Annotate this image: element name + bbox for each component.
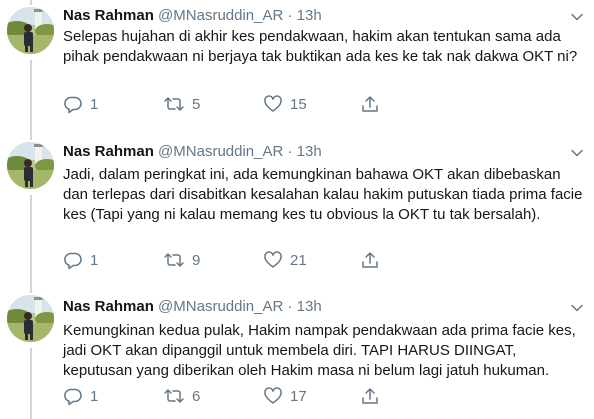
reply-icon [64, 96, 82, 114]
author-name[interactable]: Nas Rahman [63, 7, 154, 24]
avatar[interactable] [7, 142, 54, 189]
author-handle[interactable]: @MNasruddin_AR [158, 143, 283, 160]
tweet-header: Nas Rahman @MNasruddin_AR · 13h [63, 6, 322, 26]
like-button[interactable]: 15 [263, 94, 307, 114]
avatar[interactable] [7, 295, 54, 342]
like-icon [264, 387, 282, 404]
share-button[interactable] [360, 94, 380, 114]
share-button[interactable] [360, 386, 380, 406]
chevron-down-icon[interactable] [570, 146, 584, 160]
like-count: 17 [290, 387, 307, 405]
chevron-down-icon[interactable] [570, 301, 584, 315]
tweet-header: Nas Rahman @MNasruddin_AR · 13h [63, 297, 322, 317]
chevron-down-icon[interactable] [570, 10, 584, 24]
tweet-actions: 1 9 21 [63, 250, 523, 270]
like-count: 21 [290, 251, 307, 269]
like-count: 15 [290, 95, 307, 113]
retweet-icon [164, 389, 184, 403]
like-icon [264, 95, 282, 112]
author-name[interactable]: Nas Rahman [63, 143, 154, 160]
like-button[interactable]: 17 [263, 386, 307, 406]
tweet-text: Jadi, dalam peringkat ini, ada kemungkin… [63, 166, 583, 223]
tweet-text: Kemungkinan kedua pulak, Hakim nampak pe… [63, 322, 576, 379]
retweet-count: 9 [192, 251, 201, 269]
reply-count: 1 [90, 95, 99, 113]
author-handle[interactable]: @MNasruddin_AR [158, 298, 283, 315]
reply-count: 1 [90, 251, 99, 269]
reply-icon [64, 388, 82, 406]
retweet-button[interactable]: 9 [163, 250, 200, 270]
timestamp[interactable]: 13h [297, 143, 322, 160]
reply-icon [64, 252, 82, 270]
reply-button[interactable]: 1 [63, 94, 98, 114]
retweet-icon [164, 253, 184, 267]
tweet[interactable]: Nas Rahman @MNasruddin_AR · 13h Jadi, da… [0, 137, 594, 287]
tweet[interactable]: Nas Rahman @MNasruddin_AR · 13h Kemungki… [0, 290, 594, 419]
retweet-icon [164, 97, 184, 111]
share-icon [362, 388, 378, 404]
tweet[interactable]: Nas Rahman @MNasruddin_AR · 13h Selepas … [0, 0, 594, 130]
separator-dot: · [287, 143, 293, 160]
timestamp[interactable]: 13h [297, 7, 322, 24]
separator-dot: · [287, 298, 293, 315]
reply-button[interactable]: 1 [63, 250, 98, 270]
retweet-button[interactable]: 6 [163, 386, 200, 406]
share-button[interactable] [360, 250, 380, 270]
reply-button[interactable]: 1 [63, 386, 98, 406]
author-handle[interactable]: @MNasruddin_AR [158, 7, 283, 24]
tweet-actions: 1 6 17 [63, 386, 523, 406]
separator-dot: · [287, 7, 293, 24]
share-icon [362, 96, 378, 112]
tweet-actions: 1 5 15 [63, 94, 523, 114]
avatar[interactable] [7, 7, 54, 54]
like-button[interactable]: 21 [263, 250, 307, 270]
tweet-text: Selepas hujahan di akhir kes pendakwaan,… [63, 28, 578, 65]
author-name[interactable]: Nas Rahman [63, 298, 154, 315]
timestamp[interactable]: 13h [297, 298, 322, 315]
like-icon [264, 251, 282, 268]
retweet-button[interactable]: 5 [163, 94, 200, 114]
reply-count: 1 [90, 387, 99, 405]
share-icon [362, 252, 378, 268]
retweet-count: 5 [192, 95, 201, 113]
tweet-header: Nas Rahman @MNasruddin_AR · 13h [63, 142, 322, 162]
retweet-count: 6 [192, 387, 201, 405]
